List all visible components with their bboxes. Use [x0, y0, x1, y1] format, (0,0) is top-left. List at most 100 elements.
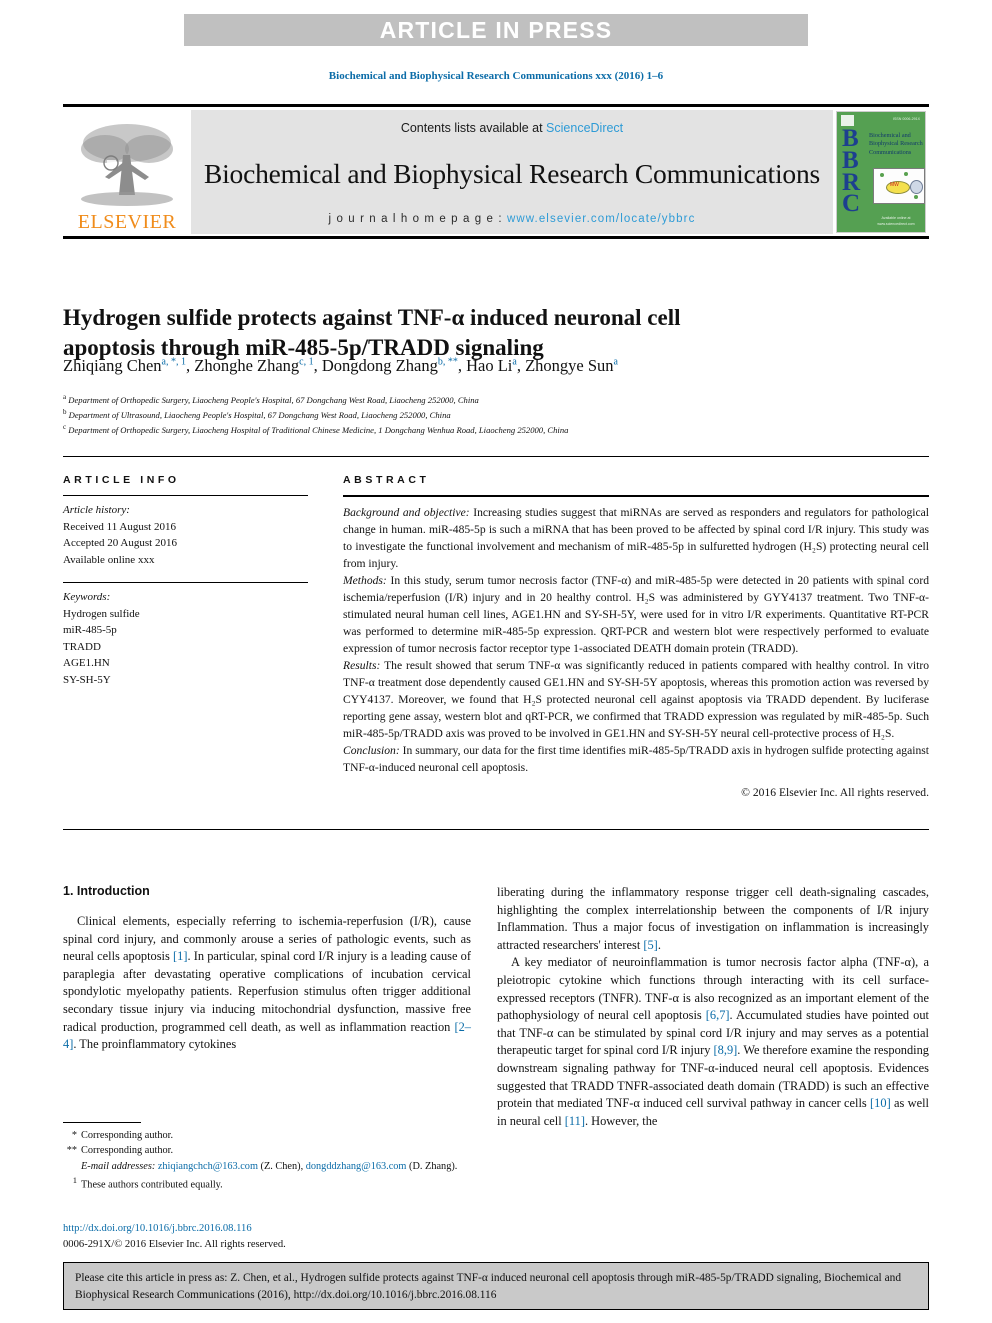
author-sep: ,: [185, 356, 195, 375]
sciencedirect-link[interactable]: ScienceDirect: [546, 121, 623, 135]
footnote-equal-contribution: 1 These authors contributed equally.: [63, 1174, 471, 1193]
homepage-url[interactable]: www.elsevier.com/locate/ybbrc: [507, 213, 696, 225]
journal-masthead: ELSEVIER Contents lists available at Sci…: [63, 110, 929, 234]
abstract-lead: Conclusion:: [343, 744, 400, 758]
article-page: ARTICLE IN PRESS Biochemical and Biophys…: [0, 0, 992, 1323]
intro-paragraph-left-1: Clinical elements, especially referring …: [63, 914, 471, 1052]
contents-list-line: Contents lists available at ScienceDirec…: [401, 121, 623, 135]
keywords-block: Keywords: Hydrogen sulfide miR-485-5p TR…: [63, 583, 308, 688]
homepage-label: j o u r n a l h o m e p a g e :: [328, 213, 507, 225]
article-in-press-label: ARTICLE IN PRESS: [379, 16, 613, 43]
author-sep: ,: [313, 356, 322, 375]
citation-ref[interactable]: [10]: [870, 1096, 891, 1110]
article-history: Article history: Received 11 August 2016…: [63, 496, 308, 568]
bbrc-initials: BBRC: [842, 125, 861, 218]
citation-notice-text: Please cite this article in press as: Z.…: [75, 1272, 902, 1301]
cover-issn-note: ISSN 0006-291X: [893, 117, 920, 121]
citation-ref[interactable]: [6,7]: [706, 1008, 730, 1022]
article-history-label: Article history:: [63, 504, 130, 516]
citation-ref[interactable]: [11]: [565, 1114, 585, 1128]
keyword-item: TRADD: [63, 640, 101, 653]
doi-link[interactable]: http://dx.doi.org/10.1016/j.bbrc.2016.08…: [63, 1221, 493, 1237]
abstract-heading: ABSTRACT: [343, 474, 430, 486]
footnote-mark: *: [71, 1130, 77, 1141]
author-name: Dongdong Zhang: [321, 356, 438, 375]
author-sep: ,: [516, 356, 526, 375]
journal-homepage-line: j o u r n a l h o m e p a g e : www.else…: [329, 213, 696, 225]
footnote-corresponding-1: * Corresponding author.: [63, 1128, 471, 1143]
email-link-1[interactable]: zhiqiangchch@163.com: [158, 1161, 258, 1172]
elsevier-logo: ELSEVIER: [63, 110, 191, 234]
journal-title: Biochemical and Biophysical Research Com…: [203, 158, 821, 189]
author-item: Dongdong Zhangb, **: [322, 356, 458, 375]
affiliation-text: Department of Orthopedic Surgery, Liaoch…: [68, 394, 479, 405]
abstract-body: In this study, serum tumor necrosis fact…: [343, 574, 929, 656]
body-column-left: 1. Introduction Clinical elements, espec…: [63, 884, 471, 1054]
affiliation-text: Department of Ultrasound, Liaocheng Peop…: [68, 410, 451, 421]
keyword-item: AGE1.HN: [63, 657, 110, 669]
affiliation-item: c Department of Orthopedic Surgery, Liao…: [63, 422, 929, 437]
footnote-mark: 1: [72, 1175, 77, 1186]
abstract-paragraph: Background and objective: Increasing stu…: [343, 504, 929, 572]
author-name: Hao Li: [466, 356, 513, 375]
author-item: Zhonghe Zhangc, 1: [194, 356, 313, 375]
author-affil-marks[interactable]: a, *, 1: [162, 357, 186, 368]
masthead-center: Contents lists available at ScienceDirec…: [191, 110, 833, 234]
author-item: Hao Lia: [466, 356, 517, 375]
citation-ref[interactable]: [5]: [643, 938, 657, 952]
cover-journal-title: Biochemical and Biophysical Research Com…: [869, 132, 923, 156]
citation-notice-box: Please cite this article in press as: Z.…: [63, 1262, 929, 1310]
abstract-paragraph: Conclusion: In summary, our data for the…: [343, 742, 929, 776]
author-item: Zhiqiang Chena, *, 1: [63, 356, 186, 375]
keyword-item: SY-SH-5Y: [63, 673, 111, 686]
abstract-block: ABSTRACT Background and objective: Incre…: [343, 474, 929, 801]
footnote-text: Corresponding author.: [81, 1145, 174, 1157]
article-in-press-banner: ARTICLE IN PRESS: [184, 14, 808, 46]
cover-figure-icon: MW: [873, 168, 925, 204]
abstract-lead: Methods:: [343, 574, 387, 588]
abstract-body: The result showed that serum TNF-α was s…: [343, 659, 929, 741]
masthead-bottom-rule: [63, 236, 929, 239]
abstract-lead: Background and objective:: [343, 506, 470, 519]
elsevier-wordmark: ELSEVIER: [77, 211, 177, 233]
article-info-block: ARTICLE INFO Article history: Received 1…: [63, 474, 308, 688]
affiliation-mark: b: [63, 408, 67, 417]
citation-ref[interactable]: [8,9]: [714, 1043, 738, 1057]
page-title: Hydrogen sulfide protects against TNF-α …: [63, 305, 681, 361]
abstract-text: Background and objective: Increasing stu…: [343, 497, 929, 801]
affiliation-item: b Department of Ultrasound, Liaocheng Pe…: [63, 407, 929, 422]
bbrc-cover-image: ISSN 0006-291X BBRC Biochemical and Biop…: [836, 111, 926, 233]
affiliation-mark: a: [63, 393, 67, 401]
issn-copyright-line: 0006-291X/© 2016 Elsevier Inc. All right…: [63, 1238, 286, 1250]
abstract-body: In summary, our data for the first time …: [343, 744, 929, 775]
author-affil-marks[interactable]: c, 1: [299, 357, 313, 368]
abstract-block-bottom-rule: [63, 829, 929, 830]
author-affil-marks[interactable]: a: [614, 357, 618, 368]
abstract-copyright: © 2016 Elsevier Inc. All rights reserved…: [741, 785, 929, 799]
affiliation-item: a Department of Orthopedic Surgery, Liao…: [63, 392, 929, 407]
abstract-block-top-rule: [63, 456, 929, 457]
footnote-corresponding-2: ** Corresponding author.: [63, 1143, 471, 1158]
elsevier-tree-icon: [81, 124, 173, 206]
email-owner-1: (Z. Chen),: [260, 1160, 304, 1172]
author-sep: ,: [457, 356, 467, 375]
author-affil-marks[interactable]: b, **: [438, 357, 458, 368]
author-name: Zhongye Sun: [525, 356, 614, 375]
author-item: Zhongye Suna: [525, 356, 618, 375]
citation-ref[interactable]: [2–4]: [63, 1020, 471, 1052]
doi-block: http://dx.doi.org/10.1016/j.bbrc.2016.08…: [63, 1221, 493, 1253]
abstract-paragraph: Methods: In this study, serum tumor necr…: [343, 572, 929, 657]
email-label: E-mail addresses:: [81, 1160, 156, 1172]
section-heading-introduction: 1. Introduction: [63, 884, 150, 898]
intro-paragraph-right-1: liberating during the inflammatory respo…: [497, 885, 929, 952]
intro-paragraph-right-2: A key mediator of neuroinflammation is t…: [497, 955, 929, 1128]
history-item: Available online xxx: [63, 553, 155, 566]
keyword-item: miR-485-5p: [63, 624, 117, 636]
body-column-right: liberating during the inflammatory respo…: [497, 884, 929, 1131]
cover-bottom-note: Available online at www.sciencedirect.co…: [877, 216, 915, 226]
email-link-2[interactable]: dongddzhang@163.com: [306, 1161, 407, 1172]
author-name: Zhonghe Zhang: [194, 356, 300, 375]
keywords-label: Keywords:: [63, 591, 111, 603]
citation-ref[interactable]: [1]: [173, 949, 187, 963]
top-rule: [63, 104, 929, 107]
